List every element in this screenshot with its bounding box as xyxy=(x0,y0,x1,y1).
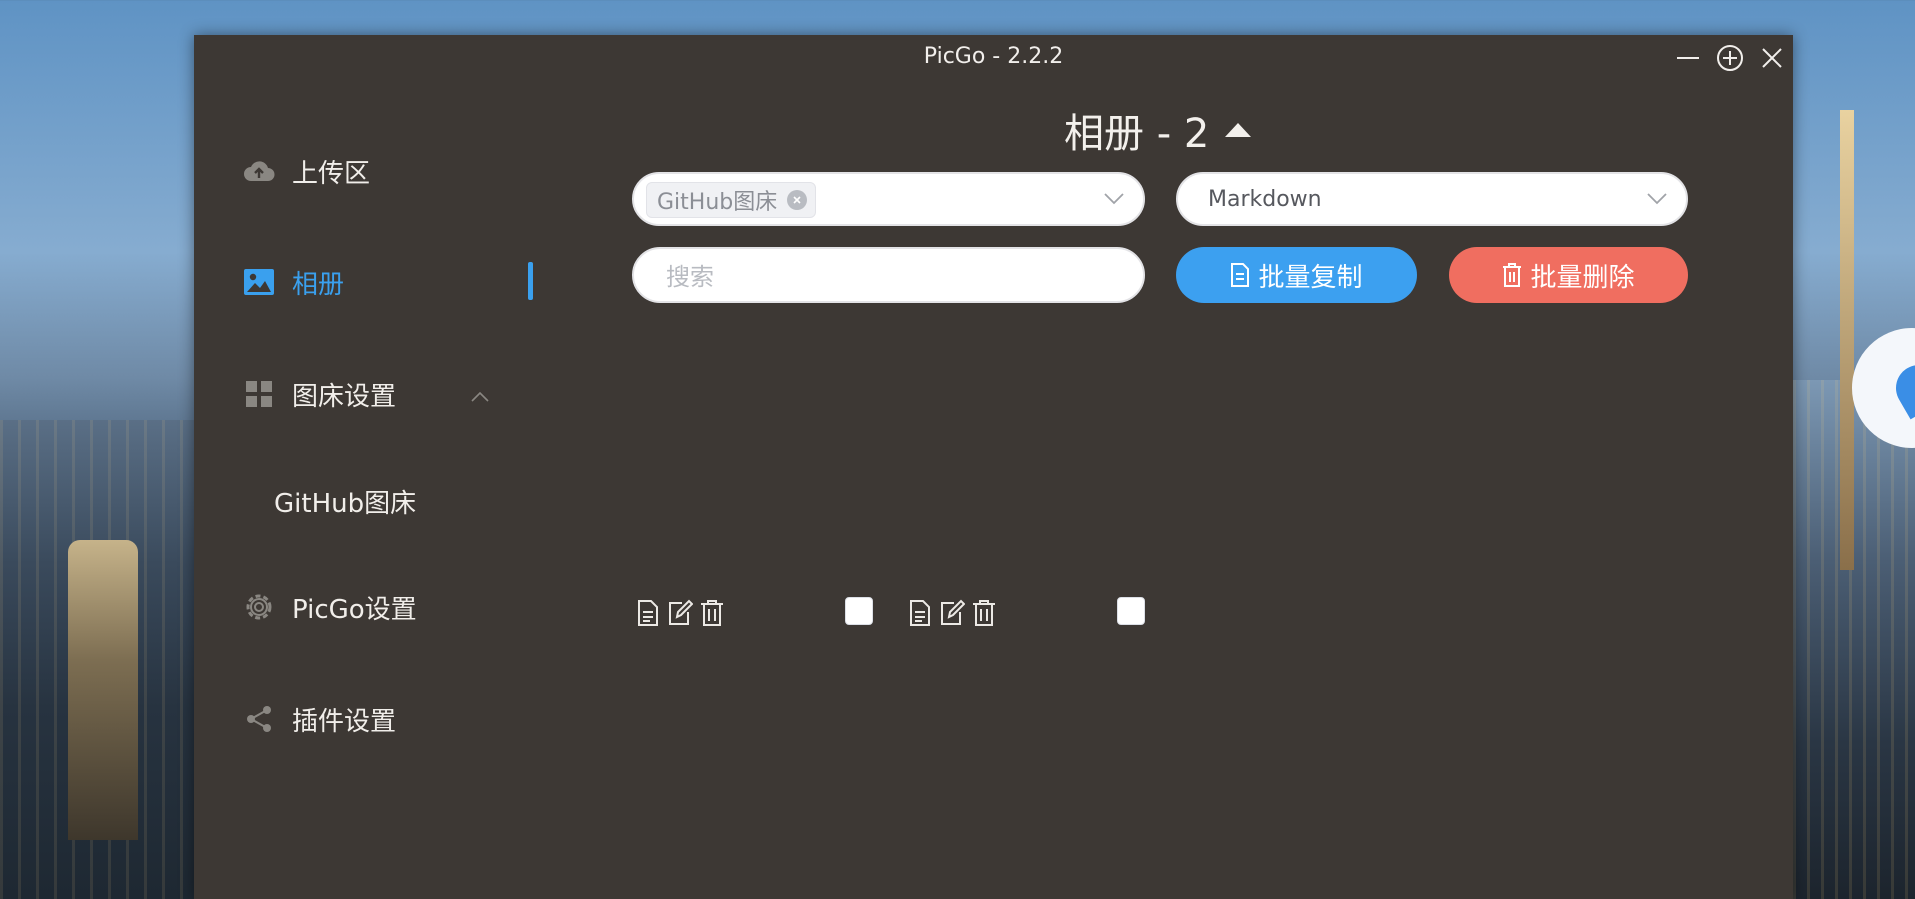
share-icon xyxy=(242,702,276,736)
sidebar-subitem-github[interactable]: GitHub图床 xyxy=(274,483,416,520)
picbed-filter-select[interactable]: GitHub图床 xyxy=(632,172,1145,226)
plus-circle-icon xyxy=(1717,45,1743,71)
sidebar-item-picgo-settings[interactable]: PicGo设置 xyxy=(242,585,417,629)
desktop-wallpaper-tower xyxy=(1840,110,1854,570)
edit-icon[interactable] xyxy=(666,597,694,629)
tag-remove-icon[interactable] xyxy=(787,190,808,210)
sidebar-item-label: 插件设置 xyxy=(292,706,397,737)
chevron-down-icon xyxy=(1647,193,1667,205)
picgo-window: PicGo - 2.2.2 上传区 相册 图床设置 GitHub图床 PicGo… xyxy=(194,35,1793,899)
copy-document-icon[interactable] xyxy=(906,597,934,629)
batch-delete-button[interactable]: 批量删除 xyxy=(1449,247,1688,303)
trash-icon xyxy=(1502,263,1522,287)
sidebar-item-label: 图床设置 xyxy=(292,381,397,412)
gallery-item-checkbox[interactable] xyxy=(1117,597,1145,625)
batch-copy-label: 批量复制 xyxy=(1258,262,1363,293)
desktop-wallpaper-building xyxy=(68,540,138,840)
caret-up-icon[interactable] xyxy=(1225,123,1252,137)
gear-icon xyxy=(242,590,276,624)
grid-icon xyxy=(242,377,276,411)
batch-delete-label: 批量删除 xyxy=(1530,262,1635,293)
sidebar-item-upload[interactable]: 上传区 xyxy=(242,149,370,193)
batch-copy-button[interactable]: 批量复制 xyxy=(1176,247,1417,303)
active-indicator xyxy=(528,262,533,300)
gallery-item-tools xyxy=(906,597,1002,629)
trash-icon[interactable] xyxy=(698,597,726,629)
titlebar: PicGo - 2.2.2 xyxy=(194,35,1793,79)
close-icon xyxy=(1762,48,1782,68)
chevron-up-icon[interactable] xyxy=(470,387,490,407)
document-icon xyxy=(1230,263,1250,287)
maximize-button[interactable] xyxy=(1715,43,1745,73)
paste-format-select[interactable]: Markdown xyxy=(1176,172,1688,226)
gallery-item-tools xyxy=(634,597,730,629)
desktop-wallpaper-right xyxy=(1793,380,1915,899)
close-button[interactable] xyxy=(1757,43,1787,73)
sidebar-item-label: PicGo设置 xyxy=(292,594,417,625)
sidebar-item-label: 相册 xyxy=(292,269,345,300)
sidebar-item-gallery[interactable]: 相册 xyxy=(242,260,344,304)
search-box xyxy=(632,247,1145,303)
minimize-button[interactable] xyxy=(1673,43,1703,73)
gallery-item-checkbox[interactable] xyxy=(845,597,873,625)
sidebar-item-label: 上传区 xyxy=(292,158,371,189)
sidebar: 上传区 相册 图床设置 GitHub图床 PicGo设置 插件设置 xyxy=(194,95,554,855)
chevron-down-icon xyxy=(1104,193,1124,205)
picbed-filter-tag: GitHub图床 xyxy=(646,182,817,218)
edit-icon[interactable] xyxy=(938,597,966,629)
paste-format-value: Markdown xyxy=(1208,187,1322,212)
copy-document-icon[interactable] xyxy=(634,597,662,629)
trash-icon[interactable] xyxy=(970,597,998,629)
picbed-filter-tag-label: GitHub图床 xyxy=(657,190,778,215)
sidebar-item-plugin-settings[interactable]: 插件设置 xyxy=(242,697,396,741)
image-icon xyxy=(242,265,276,299)
window-title: PicGo - 2.2.2 xyxy=(923,44,1064,69)
cloud-upload-icon xyxy=(242,154,276,188)
minimize-icon xyxy=(1677,57,1699,59)
search-input[interactable] xyxy=(664,259,1108,295)
gallery-title: 相册 - 2 xyxy=(1064,101,1252,159)
sidebar-item-picbed-settings[interactable]: 图床设置 xyxy=(242,372,396,416)
gallery-title-text: 相册 - 2 xyxy=(1064,111,1210,157)
